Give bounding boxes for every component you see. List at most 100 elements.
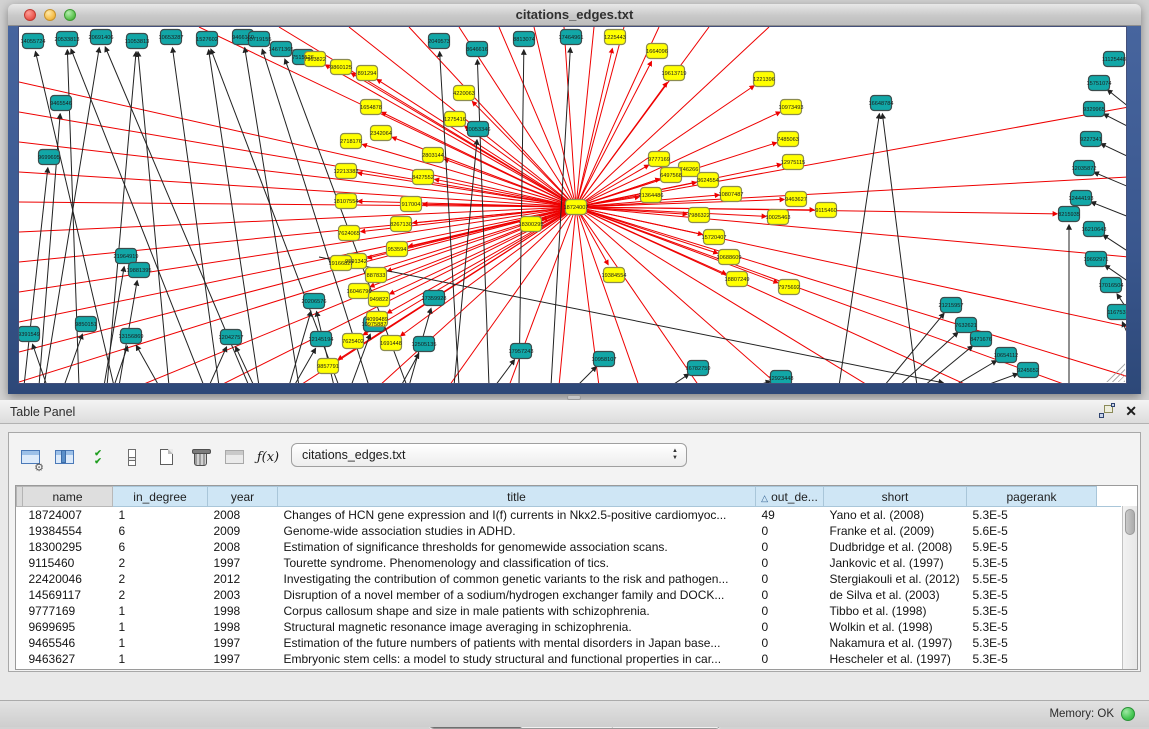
column-header-title[interactable]: title [278, 487, 756, 507]
network-edge-black [1091, 202, 1127, 217]
column-header-in-degree[interactable]: in_degree [113, 487, 208, 507]
network-edge-black [1103, 235, 1127, 252]
network-node-label: 16046796 [347, 289, 372, 295]
row-height-button[interactable] [117, 442, 147, 472]
network-edge-red [576, 27, 624, 207]
table-cell: Estimation of the future numbers of pati… [278, 635, 756, 651]
network-canvas[interactable]: 1405572420533813206914061105381310653287… [18, 26, 1127, 384]
table-row[interactable]: 1938455462009Genome-wide association stu… [17, 523, 1121, 539]
network-node-label: 10958107 [592, 357, 617, 363]
network-node-label: 1225443 [604, 35, 626, 41]
table-cell: 1997 [208, 651, 278, 667]
table-cell: Corpus callosum shape and size in male p… [278, 603, 756, 619]
table-cell: Estimation of significance thresholds fo… [278, 539, 756, 555]
table-row[interactable]: 2242004622012Investigating the contribut… [17, 571, 1121, 587]
delete-button[interactable] [185, 442, 215, 472]
show-columns-button[interactable] [49, 442, 79, 472]
network-node-label: 10688609 [717, 255, 742, 261]
table-cell: 1998 [208, 619, 278, 635]
network-node-label: 9245652 [1017, 368, 1039, 374]
network-node-label: 1527602 [196, 37, 218, 43]
network-node-label: 21964919 [114, 254, 139, 260]
network-node-label: 4099489 [366, 317, 388, 323]
function-builder-button[interactable]: ƒ(x) [253, 442, 283, 472]
column-header-short[interactable]: short [824, 487, 967, 507]
new-table-button[interactable] [151, 442, 181, 472]
table-cell: Hescheler et al. (1997) [824, 651, 967, 667]
network-node-label: 18807249 [725, 277, 750, 283]
table-panel: Table Panel ✕ ⚙ ✔✔ ƒ(x) citations_edges.… [0, 400, 1149, 700]
table-cell: de Silva et al. (2003) [824, 587, 967, 603]
table-cell: Embryonic stem cells: a model to study s… [278, 651, 756, 667]
network-edge-black [24, 168, 48, 384]
table-row[interactable]: 977716911998Corpus callosum shape and si… [17, 603, 1121, 619]
column-header-name[interactable]: name [23, 487, 113, 507]
zoom-window-button[interactable] [64, 9, 76, 21]
table-row[interactable]: 946362711997Embryonic stem cells: a mode… [17, 651, 1121, 667]
gear-icon: ⚙ [34, 463, 44, 473]
table-panel-title: Table Panel [10, 405, 75, 419]
network-node-label: 18300295 [519, 222, 544, 228]
vertical-scrollbar[interactable] [1122, 506, 1137, 669]
column-header-pagerank[interactable]: pagerank [967, 487, 1097, 507]
network-node-label: 8215935 [1058, 212, 1080, 218]
table-row[interactable]: 911546021997Tourette syndrome. Phenomeno… [17, 555, 1121, 571]
table-cell: 18724007 [23, 507, 113, 523]
memory-status-indicator[interactable] [1121, 707, 1135, 721]
table-cell [1097, 619, 1121, 635]
close-window-button[interactable] [24, 9, 36, 21]
network-node-label: 1275416 [444, 117, 466, 123]
rows-icon [128, 449, 136, 466]
network-node-label: 8813074 [513, 37, 535, 43]
float-panel-icon[interactable] [1099, 405, 1113, 418]
column-header-out-degree[interactable]: △out_de... [756, 487, 824, 507]
table-cell: 5.3E-5 [967, 603, 1097, 619]
table-cell: 1 [113, 619, 208, 635]
sort-ascending-icon: △ [761, 493, 768, 503]
window-titlebar[interactable]: citations_edges.txt [8, 4, 1141, 26]
network-node-label: 20053346 [466, 127, 491, 133]
network-node-label: 16782759 [686, 366, 711, 372]
network-node-label: 6497568 [660, 173, 682, 179]
network-node-label: 11125448 [1102, 57, 1126, 63]
network-node-label: 8646616 [466, 47, 488, 53]
table-cell: 0 [756, 523, 824, 539]
table-row[interactable]: 969969511998Structural magnetic resonanc… [17, 619, 1121, 635]
select-all-rows-button[interactable]: ✔✔ [83, 442, 113, 472]
table-cell [1097, 523, 1121, 539]
network-edge-red [559, 207, 576, 384]
table-row[interactable]: 1830029562008Estimation of significance … [17, 539, 1121, 555]
table-cell: 5.3E-5 [967, 507, 1097, 523]
table-cell: 5.3E-5 [967, 651, 1097, 667]
network-node-label: 17464961 [559, 35, 584, 41]
network-node-label: 7624065 [338, 231, 360, 237]
network-node-label: 9777169 [648, 157, 670, 163]
table-cell: 2003 [208, 587, 278, 603]
column-header-year[interactable]: year [208, 487, 278, 507]
table-panel-content: ⚙ ✔✔ ƒ(x) citations_edges.txt ▲▼ [8, 432, 1141, 672]
minimize-window-button[interactable] [44, 9, 56, 21]
network-node-label: 10719155 [247, 37, 272, 43]
scrollbar-thumb[interactable] [1125, 509, 1135, 535]
network-node-label: 19166827 [329, 261, 354, 267]
network-edge-red [576, 27, 594, 207]
network-node-label: 12145194 [309, 337, 334, 343]
table-settings-button[interactable]: ⚙ [15, 442, 45, 472]
close-panel-icon[interactable]: ✕ [1125, 403, 1137, 420]
network-edge-red [19, 172, 576, 207]
table-row[interactable]: 1872400712008Changes of HCN gene express… [17, 507, 1121, 523]
network-node-label: 8267130 [390, 222, 412, 228]
table-cell: 14569117 [23, 587, 113, 603]
trash-icon [194, 452, 207, 466]
network-node-label: 10973493 [779, 105, 804, 111]
table-row[interactable]: 946554611997Estimation of the future num… [17, 635, 1121, 651]
table-selector-dropdown[interactable]: citations_edges.txt ▲▼ [291, 443, 687, 467]
network-edge-black [1108, 90, 1127, 107]
table-row[interactable]: 1456911722003Disruption of a novel membe… [17, 587, 1121, 603]
network-node-label: 12213383 [334, 169, 359, 175]
delete-table-button[interactable] [219, 442, 249, 472]
table-cell: 1 [113, 651, 208, 667]
network-edge-red [401, 207, 576, 336]
table-cell: 1 [113, 635, 208, 651]
network-node-label: 12444193 [1069, 196, 1094, 202]
